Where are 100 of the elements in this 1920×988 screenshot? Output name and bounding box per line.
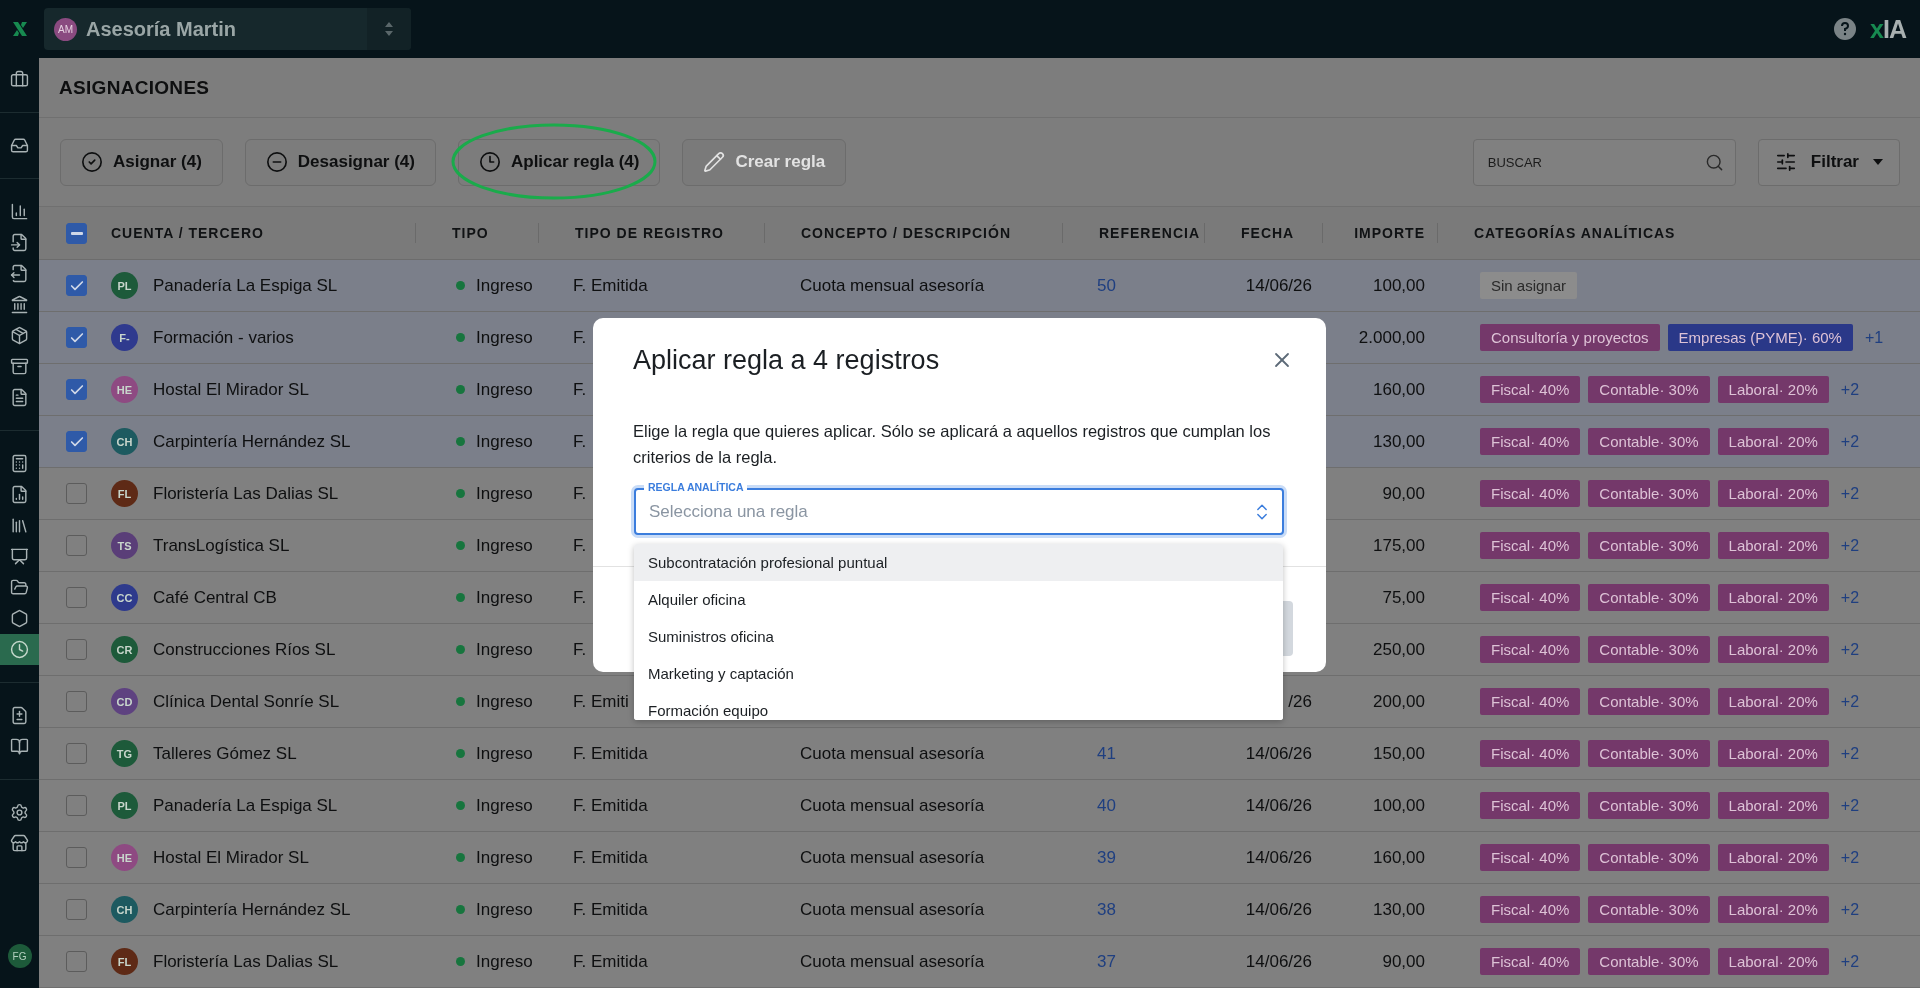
- reference-link[interactable]: 41: [1097, 743, 1116, 764]
- sort-toggle[interactable]: [367, 8, 411, 50]
- category-tag: Contable· 30%: [1588, 636, 1710, 663]
- status-dot: [456, 385, 465, 394]
- more-link[interactable]: +2: [1840, 536, 1860, 555]
- account-name: Panadería La Espiga SL: [153, 275, 338, 296]
- more-link[interactable]: +2: [1840, 432, 1860, 451]
- toolbar-button[interactable]: Aplicar regla (4): [457, 138, 661, 186]
- account-avatar: CR: [111, 636, 138, 663]
- reference-link[interactable]: 50: [1097, 275, 1116, 296]
- more-link[interactable]: +2: [1840, 640, 1860, 659]
- account-avatar: FL: [111, 948, 138, 975]
- status-dot: [456, 853, 465, 862]
- row-checkbox[interactable]: [66, 483, 87, 504]
- more-link[interactable]: +2: [1840, 484, 1860, 503]
- category-tag: Fiscal· 40%: [1480, 480, 1581, 507]
- more-link[interactable]: +2: [1840, 588, 1860, 607]
- account-name: Carpintería Hernández SL: [153, 431, 351, 452]
- row-checkbox[interactable]: [66, 379, 87, 400]
- store-icon: [10, 834, 29, 853]
- row-checkbox[interactable]: [66, 587, 87, 608]
- toolbar-button[interactable]: Desasignar (4): [244, 138, 436, 186]
- date-text: 14/06/26: [1244, 275, 1312, 296]
- dropdown-option[interactable]: Subcontratación profesional puntual: [634, 544, 1283, 581]
- row-checkbox[interactable]: [66, 847, 87, 868]
- row-checkbox[interactable]: [66, 691, 87, 712]
- amount-text: 90,00: [1382, 951, 1425, 972]
- type-text: Ingreso: [476, 847, 533, 868]
- amount-text: 130,00: [1373, 899, 1425, 920]
- more-link[interactable]: +2: [1840, 900, 1860, 919]
- row-checkbox[interactable]: [66, 327, 87, 348]
- row-checkbox[interactable]: [66, 951, 87, 972]
- status-dot: [456, 645, 465, 654]
- column-header: CONCEPTO / DESCRIPCIÓN: [801, 225, 1011, 241]
- search-field[interactable]: BUSCAR: [1472, 138, 1736, 186]
- record-type: F. Emiti: [573, 691, 629, 712]
- more-link[interactable]: +2: [1840, 744, 1860, 763]
- more-link[interactable]: +2: [1840, 796, 1860, 815]
- dropdown-option[interactable]: Alquiler oficina: [634, 581, 1283, 618]
- toolbar-button[interactable]: Asignar (4): [60, 138, 223, 186]
- user-avatar[interactable]: FG: [7, 944, 32, 968]
- record-type: F.: [573, 535, 587, 556]
- type-text: Ingreso: [476, 275, 533, 296]
- category-tag: Contable· 30%: [1588, 896, 1710, 923]
- books-icon: [10, 516, 29, 535]
- row-checkbox[interactable]: [66, 743, 87, 764]
- date-text: 14/06/26: [1244, 899, 1312, 920]
- row-checkbox[interactable]: [66, 639, 87, 660]
- reference-link[interactable]: 38: [1097, 899, 1116, 920]
- account-avatar: CH: [111, 896, 138, 923]
- amount-text: 75,00: [1382, 587, 1425, 608]
- record-type: F. Emitida: [573, 899, 648, 920]
- row-checkbox[interactable]: [66, 431, 87, 452]
- reference-link[interactable]: 39: [1097, 847, 1116, 868]
- concept-text: Cuota mensual asesoría: [800, 899, 985, 920]
- column-header: TIPO DE REGISTRO: [575, 225, 724, 241]
- category-tag: Contable· 30%: [1588, 948, 1710, 975]
- column-header: IMPORTE: [1354, 225, 1425, 241]
- concept-text: Cuota mensual asesoría: [800, 743, 985, 764]
- account-avatar: PL: [111, 272, 138, 299]
- category-tag: Contable· 30%: [1588, 688, 1710, 715]
- row-checkbox[interactable]: [66, 899, 87, 920]
- account-avatar: F-: [111, 324, 138, 351]
- amount-text: 130,00: [1373, 431, 1425, 452]
- reference-link[interactable]: 40: [1097, 795, 1116, 816]
- more-link[interactable]: +1: [1864, 328, 1884, 347]
- row-checkbox[interactable]: [66, 795, 87, 816]
- reference-link[interactable]: 37: [1097, 951, 1116, 972]
- amount-text: 160,00: [1373, 847, 1425, 868]
- check-circle-icon: [81, 151, 103, 173]
- field-label: REGLA ANALÍTICA: [644, 481, 748, 494]
- amount-text: 160,00: [1373, 379, 1425, 400]
- row-checkbox[interactable]: [66, 275, 87, 296]
- logo-icon: [10, 19, 30, 39]
- organization-switcher[interactable]: AM Asesoría Martin: [44, 8, 411, 50]
- account-name: Carpintería Hernández SL: [153, 899, 351, 920]
- dropdown-option[interactable]: Marketing y captación: [634, 655, 1283, 692]
- record-type: F.: [573, 587, 587, 608]
- record-type: F. Emitida: [573, 951, 648, 972]
- row-checkbox[interactable]: [66, 535, 87, 556]
- bank-icon: [10, 295, 29, 314]
- document-icon: [10, 388, 29, 407]
- status-dot: [456, 489, 465, 498]
- sidebar-item[interactable]: [0, 634, 39, 665]
- filter-button[interactable]: Filtrar: [1757, 138, 1900, 186]
- more-link[interactable]: +2: [1840, 848, 1860, 867]
- amount-text: 200,00: [1373, 691, 1425, 712]
- help-button[interactable]: [1834, 18, 1857, 40]
- more-link[interactable]: +2: [1840, 380, 1860, 399]
- status-dot: [456, 541, 465, 550]
- account-name: Floristería Las Dalias SL: [153, 483, 339, 504]
- account-name: Talleres Gómez SL: [153, 743, 297, 764]
- more-link[interactable]: +2: [1840, 692, 1860, 711]
- select-all-checkbox[interactable]: [66, 222, 87, 244]
- more-link[interactable]: +2: [1840, 952, 1860, 971]
- dropdown-option[interactable]: Suministros oficina: [634, 618, 1283, 655]
- record-type: F. Emitida: [573, 795, 648, 816]
- type-text: Ingreso: [476, 899, 533, 920]
- dropdown-option[interactable]: Formación equipo: [634, 692, 1283, 720]
- category-tag: Laboral· 20%: [1717, 428, 1829, 455]
